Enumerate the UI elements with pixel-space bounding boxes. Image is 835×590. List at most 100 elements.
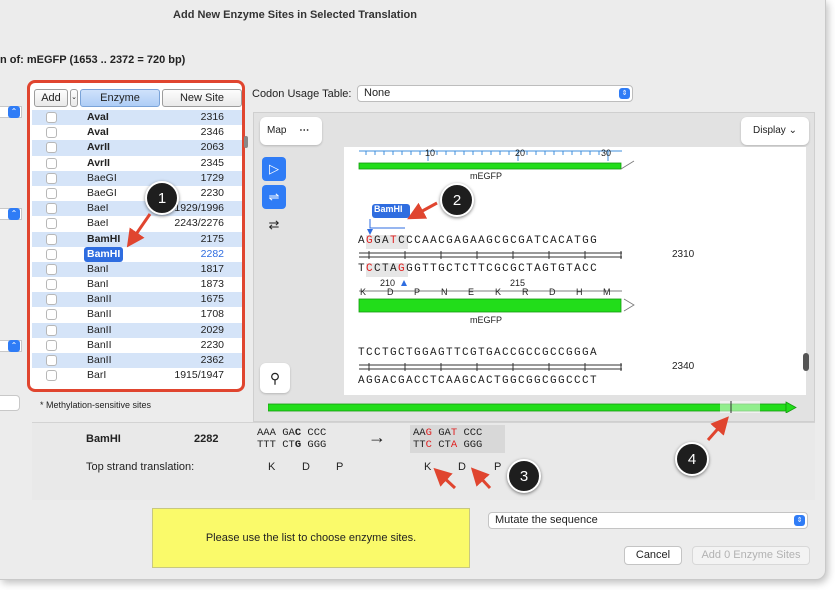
table-row[interactable]: AvaI 2346 bbox=[32, 125, 242, 140]
ruler-label-10: 10 bbox=[425, 148, 436, 158]
enzyme-tag-label[interactable]: BamHI bbox=[374, 204, 403, 214]
amino-acid-label: N bbox=[441, 287, 448, 297]
more-options-icon[interactable]: ⋯ bbox=[299, 125, 309, 136]
translation-subtitle: n of: mEGFP (1653 .. 2372 = 720 bp) bbox=[0, 54, 186, 66]
row-checkbox[interactable] bbox=[46, 355, 57, 366]
table-header: Add ⌄ Enzyme New Site bbox=[32, 89, 242, 107]
table-row[interactable]: BanII 2029 bbox=[32, 322, 242, 338]
row-checkbox[interactable] bbox=[46, 263, 57, 275]
strand-tool-icon[interactable]: ⇌ bbox=[262, 185, 286, 209]
cancel-button[interactable]: Cancel bbox=[624, 546, 682, 565]
table-row[interactable]: AvrII 2345 bbox=[32, 156, 242, 171]
split-handle[interactable] bbox=[244, 136, 248, 148]
table-row[interactable]: BaeI 2243/2276 bbox=[32, 216, 242, 231]
cut-marker-bottom bbox=[401, 280, 407, 286]
row-checkbox[interactable] bbox=[46, 218, 57, 230]
top-strand-1: AGGATCCCAACGAGAAGCGCGATCACATGG bbox=[358, 235, 599, 247]
enzyme-site: 1708 bbox=[200, 308, 224, 321]
add-menu-chevron-icon[interactable]: ⌄ bbox=[70, 89, 78, 107]
add-column-header[interactable]: Add bbox=[34, 89, 68, 107]
table-row[interactable]: BamHI 2175 bbox=[32, 231, 242, 247]
row-checkbox[interactable] bbox=[46, 112, 57, 123]
enzyme-site: 2345 bbox=[200, 156, 224, 169]
table-row[interactable]: BanI 1817 bbox=[32, 261, 242, 278]
chevron-down-icon: ⌄ bbox=[788, 125, 797, 136]
row-checkbox[interactable] bbox=[46, 294, 57, 306]
sequence-scrollbar[interactable] bbox=[803, 353, 809, 371]
enzyme-site: 1729 bbox=[200, 171, 224, 184]
table-row[interactable]: BanII 1708 bbox=[32, 307, 242, 322]
to-aa-2: D bbox=[458, 461, 466, 473]
enzyme-name: BanII bbox=[87, 308, 112, 321]
mutate-select[interactable]: Mutate the sequence ⇕ bbox=[488, 512, 808, 529]
message-box: Please use the list to choose enzyme sit… bbox=[152, 508, 470, 568]
enzyme-site: 2282 bbox=[200, 247, 224, 260]
row-checkbox[interactable] bbox=[46, 339, 57, 351]
feature-tool-icon[interactable]: ▷ bbox=[262, 157, 286, 181]
left-popup-arrow-icon-3[interactable]: ⌃ bbox=[8, 340, 20, 352]
new-codons: AAG GAT CCC TTC CTA GGG bbox=[413, 427, 482, 451]
dialog-window: Add New Enzyme Sites in Selected Transla… bbox=[0, 0, 826, 580]
enzyme-name: BanII bbox=[87, 354, 112, 366]
callout-4: 4 bbox=[675, 442, 709, 476]
table-row[interactable]: AvaI 2316 bbox=[32, 110, 242, 126]
add-enzyme-sites-button[interactable]: Add 0 Enzyme Sites bbox=[692, 546, 810, 565]
overview-bar[interactable] bbox=[268, 401, 798, 413]
table-row[interactable]: BarI 1915/1947 bbox=[32, 368, 242, 383]
left-popup-arrow-icon-2[interactable]: ⌃ bbox=[8, 208, 20, 220]
row-checkbox[interactable] bbox=[46, 248, 57, 260]
zoom-button[interactable]: ⚲ bbox=[260, 363, 290, 393]
callout-2: 2 bbox=[440, 183, 474, 217]
table-row[interactable]: BaeI 1929/1996 bbox=[32, 201, 242, 217]
row-checkbox[interactable] bbox=[46, 127, 57, 139]
row-checkbox[interactable] bbox=[46, 172, 57, 184]
amino-acid-label: D bbox=[549, 287, 556, 297]
ruler-label-20: 20 bbox=[515, 148, 526, 158]
new-top-codons: AAG GAT CCC bbox=[413, 427, 483, 439]
enzyme-name: BanI bbox=[87, 278, 109, 291]
amino-acid-label: H bbox=[576, 287, 583, 297]
table-row[interactable]: AvrII 2063 bbox=[32, 140, 242, 156]
amino-acid-label: K bbox=[360, 287, 367, 297]
row-checkbox[interactable] bbox=[46, 142, 57, 154]
enzyme-list: AvaI 2316 AvaI 2346 AvrII 2063 AvrII 2345 BaeGI 1… bbox=[32, 110, 242, 383]
row-checkbox[interactable] bbox=[46, 203, 57, 215]
mutation-site: 2282 bbox=[194, 433, 219, 445]
original-bottom-codons: TTT CTG GGG bbox=[257, 439, 327, 451]
row-checkbox[interactable] bbox=[46, 157, 57, 169]
position-label-1: 2310 bbox=[672, 249, 695, 260]
amino-acid-label: P bbox=[414, 287, 421, 297]
to-aa-3: P bbox=[494, 461, 502, 473]
table-row[interactable]: BaeGI 2230 bbox=[32, 186, 242, 201]
table-row[interactable]: BamHI 2282 bbox=[32, 246, 242, 262]
map-button[interactable]: Map ⋯ bbox=[260, 117, 322, 145]
codon-usage-select[interactable]: None ⇕ bbox=[357, 85, 633, 102]
row-checkbox[interactable] bbox=[46, 370, 57, 382]
map-button-label: Map bbox=[267, 125, 287, 136]
table-row[interactable]: BanII 2230 bbox=[32, 338, 242, 353]
row-checkbox[interactable] bbox=[46, 233, 57, 245]
row-checkbox[interactable] bbox=[46, 309, 57, 321]
bottom-strand-2: AGGACGACCTCAAGCACTGGCGGCGGCCCT bbox=[358, 375, 599, 387]
table-row[interactable]: BanI 1873 bbox=[32, 277, 242, 292]
mutate-select-value: Mutate the sequence bbox=[495, 514, 598, 526]
enzyme-site: 1873 bbox=[200, 278, 224, 291]
new-site-column-header[interactable]: New Site bbox=[162, 89, 242, 107]
enzyme-name: BaeI bbox=[87, 202, 109, 215]
map-tool-column: ▷ ⇌ ⇄ bbox=[260, 157, 288, 241]
table-row[interactable]: BanII 1675 bbox=[32, 292, 242, 308]
enzyme-column-header[interactable]: Enzyme bbox=[80, 89, 160, 107]
left-popup-arrow-icon[interactable]: ⌃ bbox=[8, 106, 20, 118]
swap-strand-icon[interactable]: ⇄ bbox=[262, 213, 286, 237]
display-button[interactable]: Display ⌄ bbox=[741, 117, 809, 145]
row-checkbox[interactable] bbox=[46, 324, 57, 336]
sequence-view: 10 20 30 mEGFP BamHI AGGATCCCAACGAGAAGCG… bbox=[344, 147, 806, 395]
original-codons: AAA GAC CCC TTT CTG GGG bbox=[257, 427, 326, 451]
row-checkbox[interactable] bbox=[46, 187, 57, 199]
table-row[interactable]: BanII 2362 bbox=[32, 353, 242, 369]
feature-label-1: mEGFP bbox=[470, 171, 503, 181]
table-row[interactable]: BaeGI 1729 bbox=[32, 170, 242, 186]
row-checkbox[interactable] bbox=[46, 279, 57, 291]
left-field-stub[interactable] bbox=[0, 395, 20, 411]
codon-usage-value: None bbox=[364, 87, 391, 99]
